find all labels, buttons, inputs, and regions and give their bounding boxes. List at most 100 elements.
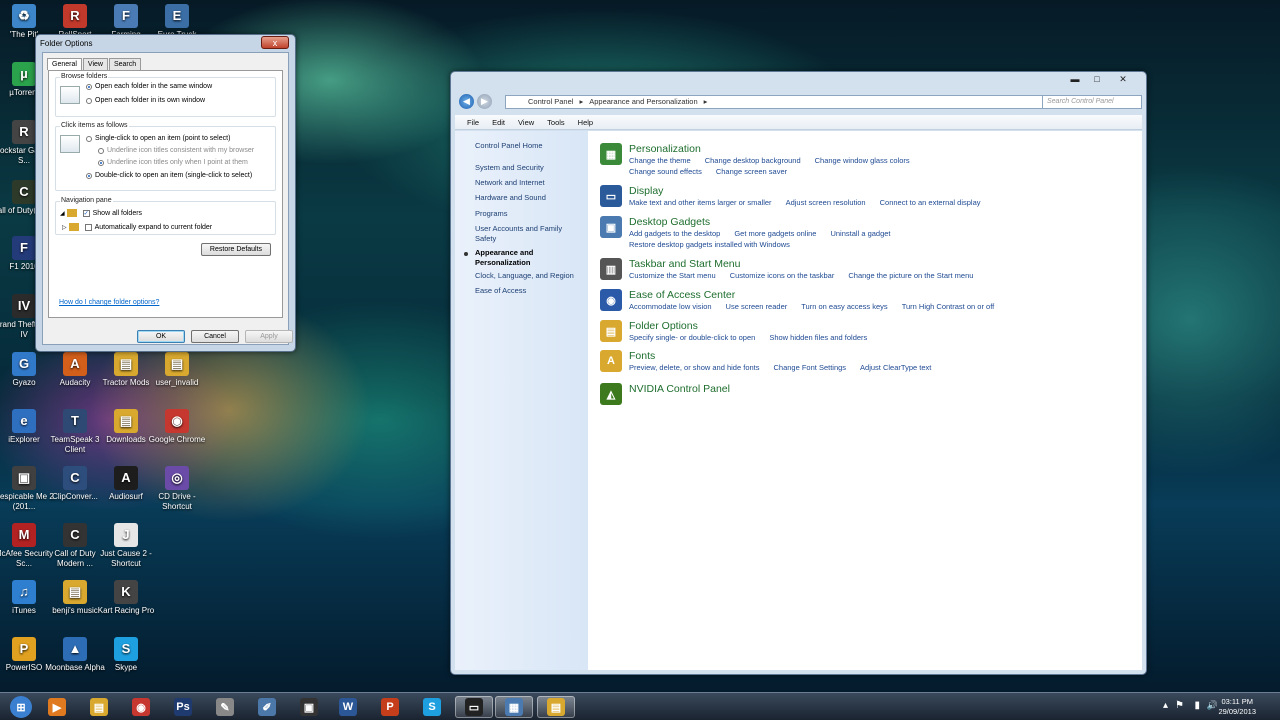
nav-clock-language[interactable]: Clock, Language, and Region: [475, 271, 585, 281]
ease-of-access-icon[interactable]: ◉: [600, 289, 622, 311]
ok-button[interactable]: OK: [137, 330, 185, 343]
nav-ease-of-access[interactable]: Ease of Access: [475, 286, 585, 296]
auto-expand-option[interactable]: ▷ Automatically expand to current folder: [62, 223, 212, 231]
category-title[interactable]: Taskbar and Start Menu: [629, 258, 740, 270]
minimize-button[interactable]: ▬: [1064, 73, 1086, 86]
clock[interactable]: 03:11 PM 29/09/2013: [1218, 697, 1256, 717]
address-bar[interactable]: Control Panel ▸ Appearance and Personali…: [505, 95, 1057, 109]
breadcrumb-control-panel[interactable]: Control Panel: [528, 96, 573, 108]
taskbar-start-orb[interactable]: ⊞: [2, 696, 40, 718]
category-title[interactable]: Display: [629, 185, 663, 197]
category-title[interactable]: NVIDIA Control Panel: [629, 383, 730, 395]
taskbar-folder-options[interactable]: ▤: [537, 696, 575, 718]
taskbar-paint[interactable]: ✎: [206, 696, 244, 718]
category-title[interactable]: Personalization: [629, 143, 701, 155]
show-all-folders-option[interactable]: ◢ ✓ Show all folders: [60, 209, 142, 217]
underline-point-option[interactable]: Underline icon titles only when I point …: [98, 159, 248, 166]
personalization-icon[interactable]: ▦: [600, 143, 622, 165]
action-center-icon[interactable]: ⚑: [1175, 700, 1184, 711]
desktop-icon[interactable]: ◉ Google Chrome: [145, 409, 209, 445]
open-own-window-option[interactable]: Open each folder in its own window: [86, 97, 205, 104]
taskbar-icon[interactable]: ▥: [600, 258, 622, 280]
task-link[interactable]: Add gadgets to the desktop: [629, 229, 720, 238]
taskbar-photoshop[interactable]: Ps: [164, 696, 202, 718]
breadcrumb-separator-icon[interactable]: ▸: [579, 96, 583, 108]
category-title[interactable]: Desktop Gadgets: [629, 216, 710, 228]
folder-icon[interactable]: ▤: [600, 320, 622, 342]
menu-tools[interactable]: Tools: [547, 115, 565, 129]
desktop-icon[interactable]: J Just Cause 2 - Shortcut: [94, 523, 158, 569]
nvidia-icon[interactable]: ◭: [600, 383, 622, 405]
volume-icon[interactable]: 🔊: [1207, 700, 1218, 711]
task-link[interactable]: Change the picture on the Start menu: [848, 271, 973, 280]
menu-view[interactable]: View: [518, 115, 534, 129]
task-link[interactable]: Change screen saver: [716, 167, 787, 176]
cancel-button[interactable]: Cancel: [191, 330, 239, 343]
taskbar-media-app[interactable]: ▣: [290, 696, 328, 718]
help-link[interactable]: How do I change folder options?: [59, 299, 159, 306]
task-link[interactable]: Customize icons on the taskbar: [730, 271, 835, 280]
task-link[interactable]: Get more gadgets online: [734, 229, 816, 238]
nav-user-accounts[interactable]: User Accounts and Family Safety: [475, 224, 575, 244]
nav-network-internet[interactable]: Network and Internet: [475, 178, 585, 188]
forward-arrow-icon[interactable]: ▶: [477, 94, 492, 109]
task-link[interactable]: Customize the Start menu: [629, 271, 716, 280]
back-arrow-icon[interactable]: ◀: [459, 94, 474, 109]
task-link[interactable]: Make text and other items larger or smal…: [629, 198, 772, 207]
task-link[interactable]: Uninstall a gadget: [830, 229, 890, 238]
nav-hardware-sound[interactable]: Hardware and Sound: [475, 193, 585, 203]
breadcrumb-appearance[interactable]: Appearance and Personalization: [589, 96, 697, 108]
open-same-window-option[interactable]: Open each folder in the same window: [86, 83, 212, 90]
task-link[interactable]: Restore desktop gadgets installed with W…: [629, 240, 790, 249]
nav-system-security[interactable]: System and Security: [475, 163, 585, 173]
desktop-icon[interactable]: K Kart Racing Pro: [94, 580, 158, 616]
taskbar-chrome[interactable]: ◉: [122, 696, 160, 718]
underline-browser-option[interactable]: Underline icon titles consistent with my…: [98, 147, 254, 154]
desktop-icon[interactable]: S Skype: [94, 637, 158, 673]
menu-file[interactable]: File: [467, 115, 479, 129]
double-click-option[interactable]: Double-click to open an item (single-cli…: [86, 172, 252, 179]
taskbar-terminal[interactable]: ▭: [455, 696, 493, 718]
network-icon[interactable]: ▮: [1194, 700, 1200, 711]
nav-programs[interactable]: Programs: [475, 209, 585, 219]
breadcrumb-separator-icon[interactable]: ▸: [704, 96, 708, 108]
taskbar-word[interactable]: W: [329, 696, 367, 718]
taskbar-notepad[interactable]: ✐: [248, 696, 286, 718]
desktop-icon[interactable]: ▤ user_invalid: [145, 352, 209, 388]
close-button[interactable]: ✕: [1108, 73, 1138, 86]
display-icon[interactable]: ▭: [600, 185, 622, 207]
task-link[interactable]: Adjust screen resolution: [786, 198, 866, 207]
dialog-close-button[interactable]: x: [261, 36, 289, 49]
task-link[interactable]: Turn High Contrast on or off: [902, 302, 995, 311]
task-link[interactable]: Accommodate low vision: [629, 302, 712, 311]
tab-search[interactable]: Search: [108, 58, 142, 70]
task-link[interactable]: Preview, delete, or show and hide fonts: [629, 363, 760, 372]
single-click-option[interactable]: Single-click to open an item (point to s…: [86, 135, 230, 142]
fonts-icon[interactable]: A: [600, 350, 622, 372]
restore-defaults-button[interactable]: Restore Defaults: [201, 243, 271, 256]
task-link[interactable]: Turn on easy access keys: [801, 302, 887, 311]
tab-view[interactable]: View: [82, 58, 108, 70]
menu-help[interactable]: Help: [578, 115, 593, 129]
task-link[interactable]: Specify single- or double-click to open: [629, 333, 755, 342]
gadgets-icon[interactable]: ▣: [600, 216, 622, 238]
category-title[interactable]: Folder Options: [629, 320, 698, 332]
taskbar-explorer[interactable]: ▤: [80, 696, 118, 718]
task-link[interactable]: Change Font Settings: [774, 363, 847, 372]
task-link[interactable]: Change window glass colors: [815, 156, 910, 165]
task-link[interactable]: Change desktop background: [705, 156, 801, 165]
taskbar-skype[interactable]: S: [413, 696, 451, 718]
task-link[interactable]: Connect to an external display: [880, 198, 981, 207]
task-link[interactable]: Use screen reader: [726, 302, 788, 311]
apply-button[interactable]: Apply: [245, 330, 293, 343]
task-link[interactable]: Show hidden files and folders: [769, 333, 867, 342]
category-title[interactable]: Ease of Access Center: [629, 289, 735, 301]
taskbar-powerpoint[interactable]: P: [371, 696, 409, 718]
tab-general[interactable]: General: [47, 58, 82, 70]
desktop-icon[interactable]: ◎ CD Drive - Shortcut: [145, 466, 209, 512]
nav-control-panel-home[interactable]: Control Panel Home: [475, 141, 585, 151]
menu-edit[interactable]: Edit: [492, 115, 505, 129]
search-input[interactable]: Search Control Panel: [1042, 95, 1142, 109]
task-link[interactable]: Change the theme: [629, 156, 691, 165]
task-link[interactable]: Adjust ClearType text: [860, 363, 931, 372]
